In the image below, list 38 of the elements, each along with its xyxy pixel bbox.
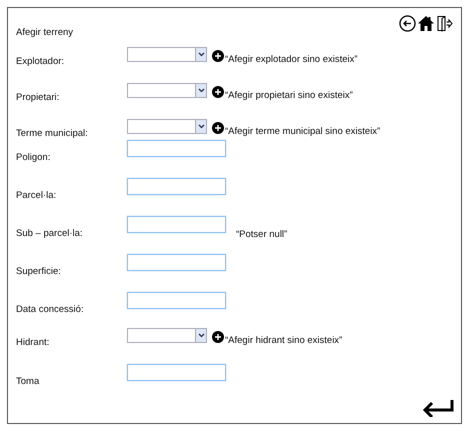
add-button[interactable] [212, 331, 224, 343]
add-button[interactable] [212, 50, 224, 62]
field-label: Sub – parcel·la: [16, 228, 84, 239]
return-arrow-icon[interactable] [422, 399, 454, 417]
field-label: Data concessió: [16, 304, 85, 315]
exit-door-icon[interactable] [436, 14, 453, 32]
hint-text: “Potser null” [236, 229, 288, 240]
field-label: Poligon: [16, 152, 52, 163]
dropdown[interactable] [127, 83, 207, 98]
caret-icon [198, 52, 204, 57]
field-label: Propietari: [16, 92, 60, 103]
home-icon[interactable] [417, 14, 435, 32]
add-button[interactable] [212, 122, 224, 134]
dropdown[interactable] [127, 47, 207, 62]
hint-text: “Afegir hidrant sino existeix” [225, 335, 342, 346]
caret-icon [198, 88, 204, 93]
hint-text: “Afegir explotador sino existeix” [225, 54, 358, 65]
input-field[interactable] [127, 364, 226, 381]
input-field[interactable] [127, 178, 226, 195]
field-label: Toma [16, 376, 40, 387]
hint-text: “Afegir propietari sino existeix” [225, 90, 353, 101]
field-label: Parcel·la: [16, 190, 58, 201]
input-field[interactable] [127, 140, 226, 157]
input-field[interactable] [127, 216, 226, 233]
field-label: Explotador: [16, 56, 66, 67]
input-field[interactable] [127, 254, 226, 271]
add-button[interactable] [212, 86, 224, 98]
hint-text: “Afegir terme municipal sino existeix” [225, 126, 380, 137]
dropdown[interactable] [127, 328, 207, 343]
back-icon[interactable] [399, 14, 416, 32]
form-title: Afegir terreny [16, 27, 74, 38]
caret-icon [198, 333, 204, 338]
field-label: Terme municipal: [16, 128, 89, 139]
caret-icon [198, 124, 204, 129]
input-field[interactable] [127, 292, 226, 309]
dropdown[interactable] [127, 119, 207, 134]
field-label: Superficie: [16, 266, 62, 277]
field-label: Hidrant: [16, 337, 50, 348]
